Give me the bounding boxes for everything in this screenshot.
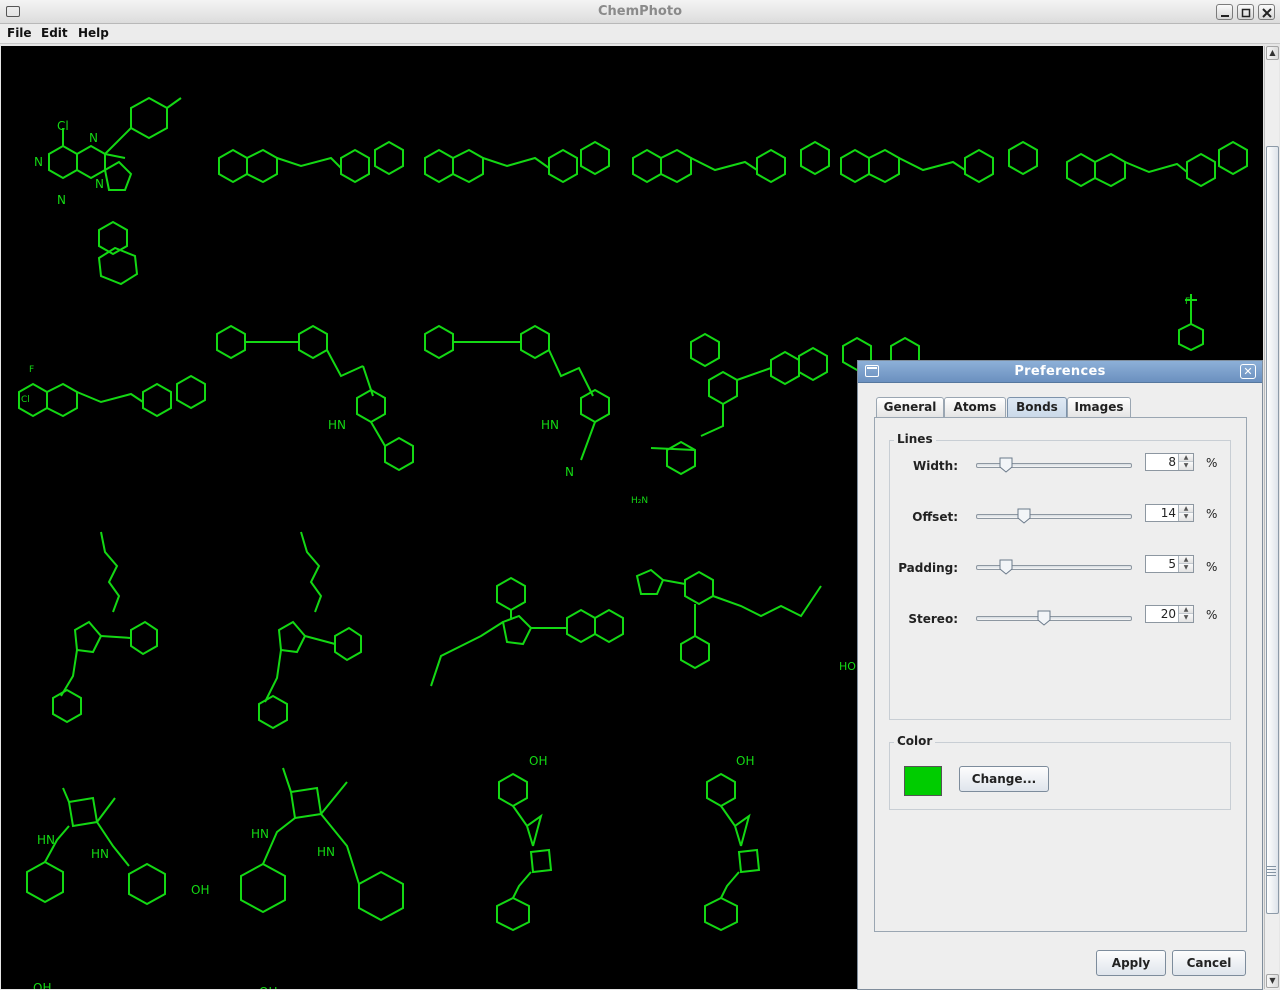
maximize-icon: [1241, 8, 1251, 18]
svg-text:HO: HO: [345, 987, 363, 989]
svg-text:N: N: [34, 155, 43, 169]
padding-value: 5: [1168, 557, 1176, 571]
svg-text:OH: OH: [259, 985, 277, 989]
color-swatch: [904, 766, 942, 796]
spinner-up-icon[interactable]: ▲: [1179, 454, 1193, 462]
minimize-button[interactable]: [1216, 4, 1233, 20]
svg-text:F: F: [29, 365, 34, 375]
svg-text:N: N: [95, 177, 104, 191]
dialog-close-icon[interactable]: ✕: [1240, 364, 1256, 379]
preferences-dialog: Preferences ✕ General Atoms Bonds Images…: [857, 360, 1263, 990]
spinner-down-icon[interactable]: ▼: [1179, 513, 1193, 521]
color-group-title: Color: [894, 734, 936, 748]
tab-atoms[interactable]: Atoms: [944, 397, 1006, 418]
svg-text:OH: OH: [33, 981, 51, 989]
cancel-button[interactable]: Cancel: [1172, 950, 1246, 976]
molecule-row-1: [218, 140, 1248, 188]
stereo-slider[interactable]: [976, 610, 1132, 626]
dialog-titlebar: Preferences ✕: [858, 361, 1262, 383]
offset-spinner[interactable]: 14 ▲ ▼: [1145, 504, 1194, 522]
change-color-button[interactable]: Change...: [959, 766, 1049, 792]
dialog-title: Preferences: [1014, 364, 1106, 379]
spinner-up-icon[interactable]: ▲: [1179, 556, 1193, 564]
tab-general[interactable]: General: [876, 397, 944, 418]
menu-file[interactable]: File: [7, 26, 32, 40]
svg-text:HN: HN: [251, 827, 269, 841]
svg-text:N: N: [57, 193, 66, 207]
width-slider[interactable]: [976, 457, 1132, 473]
scroll-thumb[interactable]: [1266, 146, 1279, 914]
scroll-grip-icon: [1267, 866, 1276, 876]
width-spinner[interactable]: 8 ▲ ▼: [1145, 453, 1194, 471]
scroll-up-arrow-icon[interactable]: ▲: [1266, 46, 1279, 60]
scroll-down-arrow-icon[interactable]: ▼: [1266, 974, 1279, 988]
svg-text:HN: HN: [328, 418, 346, 432]
lines-group: Lines Width: 8 ▲ ▼ % Offset: 14 ▲ ▼ % Pa…: [889, 432, 1231, 720]
slider-thumb-icon: [1017, 508, 1031, 524]
tab-images[interactable]: Images: [1067, 397, 1131, 418]
molecule-row-4: [26, 767, 761, 932]
padding-label: Padding:: [898, 561, 958, 575]
atom-label: Cl: [57, 119, 69, 133]
bonds-tab-panel: Lines Width: 8 ▲ ▼ % Offset: 14 ▲ ▼ % Pa…: [874, 417, 1247, 932]
slider-thumb-icon: [999, 559, 1013, 575]
stray-atom-label: HO: [839, 660, 856, 673]
minimize-icon: [1221, 15, 1229, 17]
width-value: 8: [1168, 455, 1176, 469]
offset-unit: %: [1206, 507, 1218, 521]
svg-text:N: N: [565, 465, 574, 479]
window-titlebar: ChemPhoto: [0, 0, 1280, 24]
stereo-spinner[interactable]: 20 ▲ ▼: [1145, 605, 1194, 623]
slider-thumb-icon: [999, 457, 1013, 473]
close-icon: [1262, 8, 1272, 18]
spinner-down-icon[interactable]: ▼: [1179, 564, 1193, 572]
close-button[interactable]: [1258, 4, 1275, 20]
vertical-scrollbar[interactable]: ▲ ▼: [1264, 46, 1279, 989]
svg-text:HN: HN: [541, 418, 559, 432]
lines-group-title: Lines: [894, 432, 936, 446]
padding-spinner[interactable]: 5 ▲ ▼: [1145, 555, 1194, 573]
maximize-button[interactable]: [1237, 4, 1254, 20]
color-group: Color Change...: [889, 734, 1231, 810]
width-unit: %: [1206, 456, 1218, 470]
menu-help[interactable]: Help: [78, 26, 109, 40]
stereo-label: Stereo:: [908, 612, 958, 626]
stereo-value: 20: [1160, 607, 1176, 621]
tab-bonds[interactable]: Bonds: [1007, 397, 1067, 418]
molecule-row-3: [52, 531, 822, 730]
width-label: Width:: [912, 459, 958, 473]
svg-text:Cl: Cl: [21, 395, 30, 405]
svg-text:F: F: [1185, 297, 1190, 307]
svg-text:OH: OH: [529, 754, 547, 768]
svg-text:OH: OH: [191, 883, 209, 897]
spinner-up-icon[interactable]: ▲: [1179, 606, 1193, 614]
offset-label: Offset:: [912, 510, 958, 524]
spinner-down-icon[interactable]: ▼: [1179, 462, 1193, 470]
apply-button[interactable]: Apply: [1096, 950, 1166, 976]
svg-text:H₂N: H₂N: [631, 496, 648, 506]
svg-text:OH: OH: [736, 754, 754, 768]
offset-value: 14: [1160, 506, 1176, 520]
window-title: ChemPhoto: [597, 4, 683, 19]
svg-text:HN: HN: [91, 847, 109, 861]
svg-text:N: N: [89, 131, 98, 145]
menu-edit[interactable]: Edit: [41, 26, 68, 40]
molecule-1: [48, 96, 182, 286]
spinner-down-icon[interactable]: ▼: [1179, 614, 1193, 622]
padding-unit: %: [1206, 560, 1218, 574]
svg-text:HN: HN: [37, 833, 55, 847]
offset-slider[interactable]: [976, 508, 1132, 524]
menu-bar: File Edit Help: [0, 24, 1280, 44]
padding-slider[interactable]: [976, 559, 1132, 575]
svg-text:HN: HN: [317, 845, 335, 859]
spinner-up-icon[interactable]: ▲: [1179, 505, 1193, 513]
stereo-unit: %: [1206, 608, 1218, 622]
slider-thumb-icon: [1037, 610, 1051, 626]
